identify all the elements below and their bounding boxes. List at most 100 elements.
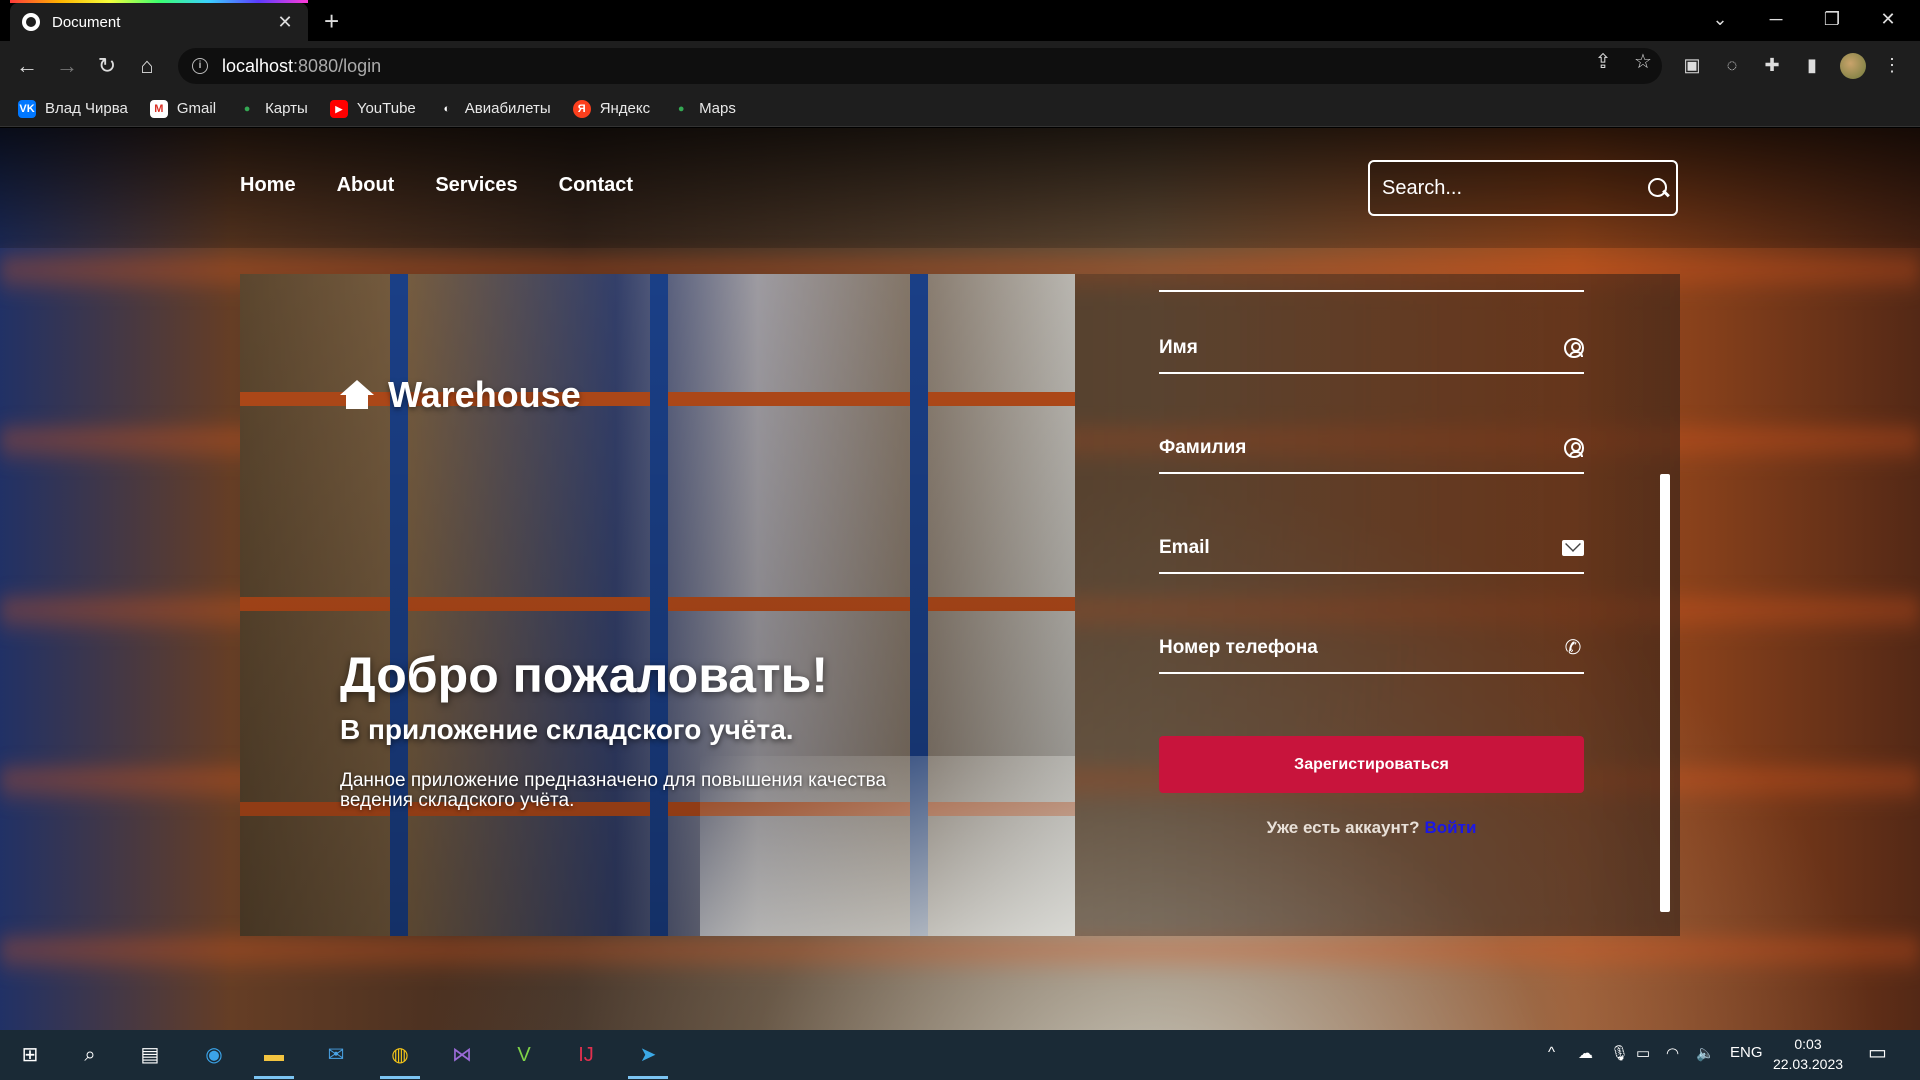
- search-icon[interactable]: ⌕: [74, 1039, 106, 1071]
- nav-contact-link[interactable]: Contact: [559, 174, 633, 197]
- yandex-icon: Я: [572, 99, 591, 118]
- url-path: :8080/login: [293, 55, 382, 76]
- battery-icon[interactable]: ▭: [1636, 1044, 1650, 1062]
- file-explorer-icon[interactable]: ▬: [258, 1039, 290, 1071]
- last-name-field[interactable]: Фамилия: [1159, 424, 1584, 474]
- extension-icon[interactable]: ▣: [1680, 53, 1704, 77]
- form-scrollbar[interactable]: [1660, 474, 1670, 912]
- globe-icon: ◐: [443, 102, 451, 115]
- register-form: Имя Фамилия Email Номер телефона ✆ Зарег…: [1075, 274, 1680, 936]
- search-input[interactable]: [1382, 176, 1647, 200]
- login-link[interactable]: Войти: [1425, 818, 1477, 837]
- back-icon[interactable]: ←: [12, 51, 42, 81]
- browser-tab-strip: Document ✕ + ⌄ ─ ❐ ✕: [0, 0, 1920, 41]
- email-field[interactable]: Email: [1159, 524, 1584, 574]
- phone-field[interactable]: Номер телефона ✆: [1159, 624, 1584, 674]
- bookmark-item[interactable]: ◐ Авиабилеты: [438, 100, 551, 118]
- user-icon: [1564, 438, 1584, 458]
- share-icon[interactable]: ⇪: [1588, 49, 1618, 74]
- bookmark-label: Авиабилеты: [464, 100, 551, 117]
- menu-kebab-icon[interactable]: ⋮: [1880, 53, 1904, 77]
- windows-taskbar: ⊞ ⌕ ▤ ◉ ▬ ✉ ◍ ⋈ V IJ ➤ ^ ☁ 🎙 ▭ ◠ 🔈 ENG 0…: [0, 1030, 1920, 1080]
- bookmark-label: YouTube: [356, 100, 416, 117]
- mail-icon[interactable]: ✉: [320, 1039, 352, 1071]
- gmail-icon: M: [149, 99, 168, 118]
- clock-time: 0:03: [1794, 1036, 1822, 1052]
- tab-title: Document: [52, 13, 121, 31]
- field-label: Номер телефона: [1159, 637, 1318, 658]
- onedrive-icon[interactable]: ☁: [1578, 1044, 1593, 1062]
- bookmark-item[interactable]: Я Яндекс: [572, 99, 650, 118]
- home-icon: [340, 380, 374, 410]
- maps-pin-icon: ●: [243, 102, 251, 115]
- task-view-icon[interactable]: ▤: [134, 1039, 166, 1071]
- extension-icon[interactable]: ◌: [1720, 53, 1744, 77]
- bookmark-label: Gmail: [176, 100, 217, 117]
- window-close-icon[interactable]: ✕: [1868, 4, 1908, 34]
- mail-icon: [1562, 540, 1584, 556]
- register-card: Warehouse Добро пожаловать! В приложение…: [240, 274, 1680, 936]
- reload-icon[interactable]: ↻: [92, 51, 122, 81]
- brand-name: Warehouse: [388, 374, 581, 415]
- nav-services-link[interactable]: Services: [435, 174, 517, 197]
- bookmark-item[interactable]: ▶ YouTube: [329, 99, 416, 118]
- address-bar[interactable]: i localhost:8080/login: [178, 48, 1662, 84]
- youtube-icon: ▶: [329, 99, 348, 118]
- minimize-icon[interactable]: ─: [1756, 4, 1796, 34]
- intellij-icon[interactable]: IJ: [570, 1039, 602, 1071]
- tray-overflow-icon[interactable]: ^: [1548, 1044, 1555, 1061]
- browser-tab[interactable]: Document ✕: [10, 3, 308, 41]
- telegram-icon[interactable]: ➤: [632, 1039, 664, 1071]
- first-name-field[interactable]: Имя: [1159, 324, 1584, 374]
- partial-field: [1159, 274, 1584, 292]
- bookmark-label: Maps: [699, 100, 736, 117]
- windows-start-icon[interactable]: ⊞: [14, 1039, 46, 1071]
- bookmarks-bar: VK Влад Чирва M Gmail ● Карты ▶ YouTube …: [0, 91, 1920, 127]
- active-indicator: [254, 1076, 294, 1079]
- restore-icon[interactable]: ❐: [1812, 4, 1852, 34]
- chrome-icon[interactable]: ◍: [384, 1039, 416, 1071]
- wifi-icon[interactable]: ◠: [1666, 1044, 1679, 1062]
- clock[interactable]: 0:03 22.03.2023: [1768, 1034, 1848, 1074]
- tab-search-icon[interactable]: ⌄: [1700, 4, 1740, 34]
- maps-pin-icon: ●: [677, 102, 685, 115]
- microphone-icon[interactable]: 🎙: [1610, 1044, 1629, 1062]
- vim-icon[interactable]: V: [508, 1039, 540, 1071]
- language-indicator[interactable]: ENG: [1730, 1044, 1763, 1061]
- globe-icon: [22, 13, 40, 31]
- nav-about-link[interactable]: About: [337, 174, 395, 197]
- welcome-subtitle: В приложение складского учёта.: [340, 714, 794, 745]
- have-account-text: Уже есть аккаунт?: [1266, 818, 1420, 837]
- hero-panel: Warehouse Добро пожаловать! В приложение…: [240, 274, 1075, 936]
- page-viewport: Home About Services Contact Warehouse До…: [0, 128, 1920, 1030]
- profile-avatar[interactable]: [1840, 53, 1866, 79]
- bookmark-item[interactable]: ● Maps: [672, 100, 736, 118]
- side-panel-icon[interactable]: ▮: [1800, 53, 1824, 77]
- nav-home-link[interactable]: Home: [240, 174, 296, 197]
- extensions-puzzle-icon[interactable]: ✚: [1760, 53, 1784, 77]
- home-icon[interactable]: ⌂: [132, 51, 162, 81]
- visual-studio-icon[interactable]: ⋈: [446, 1039, 478, 1071]
- site-info-icon[interactable]: i: [192, 58, 208, 74]
- welcome-description: Данное приложение предназначено для повы…: [340, 770, 887, 811]
- main-nav: Home About Services Contact: [240, 174, 633, 197]
- register-button[interactable]: Зарегистироваться: [1159, 736, 1584, 793]
- forward-icon[interactable]: →: [52, 51, 82, 81]
- bookmark-item[interactable]: VK Влад Чирва: [18, 99, 128, 118]
- active-indicator: [380, 1076, 420, 1079]
- bookmark-star-icon[interactable]: ☆: [1628, 49, 1658, 74]
- volume-icon[interactable]: 🔈: [1696, 1044, 1715, 1062]
- field-label: Фамилия: [1159, 437, 1247, 458]
- search-icon[interactable]: [1647, 177, 1667, 199]
- brand-logo: Warehouse: [340, 374, 581, 416]
- edge-icon[interactable]: ◉: [198, 1039, 230, 1071]
- bookmark-item[interactable]: M Gmail: [149, 99, 217, 118]
- welcome-heading: Добро пожаловать!: [340, 647, 828, 703]
- bookmark-label: Карты: [265, 100, 308, 117]
- bookmark-item[interactable]: ● Карты: [238, 100, 308, 118]
- close-tab-icon[interactable]: ✕: [274, 12, 296, 33]
- user-icon: [1564, 338, 1584, 358]
- search-box: [1368, 160, 1678, 216]
- notification-icon[interactable]: ▭: [1868, 1040, 1887, 1065]
- new-tab-button[interactable]: +: [324, 6, 339, 36]
